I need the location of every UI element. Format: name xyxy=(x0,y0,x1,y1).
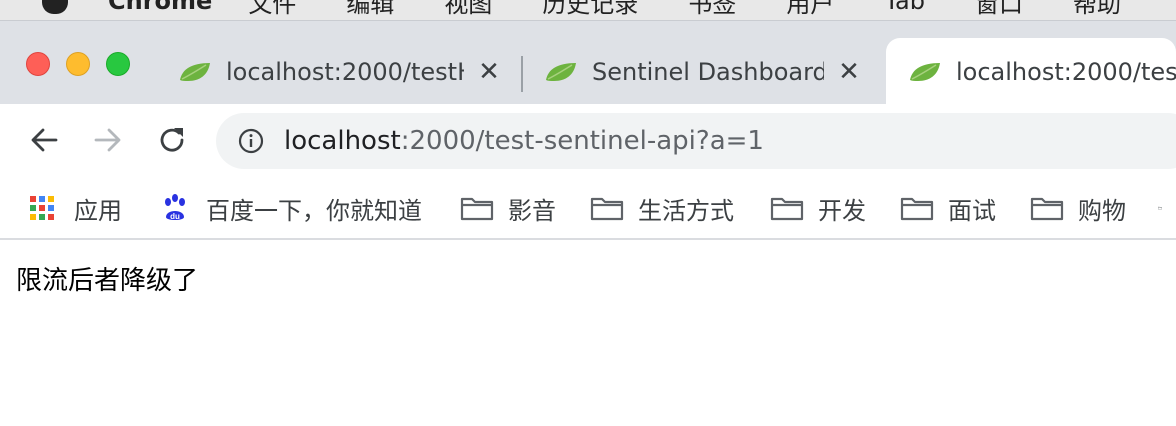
page-body-text: 限流后者降级了 xyxy=(16,266,199,296)
bookmark-baidu[interactable]: du 百度一下，你就知道 xyxy=(160,188,422,228)
bookmark-label: 影音 xyxy=(508,196,556,225)
bookmarks-bar: 应用 du 百度一下，你就知道 影音 生活方式 开发 面试 购物 xyxy=(0,176,1176,240)
tab-title: Sentinel Dashboard xyxy=(592,57,824,86)
spring-leaf-icon xyxy=(180,62,210,81)
bookmark-label: 购物 xyxy=(1078,196,1126,225)
menu-bookmarks[interactable]: 书签 xyxy=(688,0,736,19)
tab-separator xyxy=(521,56,523,92)
spring-leaf-icon xyxy=(546,62,576,81)
macos-menubar: Chrome 文件 编辑 视图 历史记录 书签 用户 Tab 窗口 帮助 xyxy=(0,0,1176,20)
spring-leaf-icon xyxy=(910,62,940,81)
arrow-left-icon xyxy=(31,128,58,152)
bookmark-label: 面试 xyxy=(948,196,996,225)
bookmark-label: 应用 xyxy=(74,196,122,225)
apps-grid-icon xyxy=(30,196,54,220)
tab-localhost-testh[interactable]: localhost:2000/testH ✕ xyxy=(178,38,518,105)
tab-strip: localhost:2000/testH ✕ Sentinel Dashboar… xyxy=(0,20,1176,105)
window-close-button[interactable] xyxy=(26,52,50,76)
tab-title: localhost:2000/test xyxy=(956,57,1176,86)
back-button[interactable] xyxy=(26,122,62,158)
address-bar[interactable]: localhost:2000/test-sentinel-api?a=1 xyxy=(216,113,1176,169)
bookmark-folder-shopping[interactable]: 购物 xyxy=(1030,188,1126,228)
menu-help[interactable]: 帮助 xyxy=(1073,0,1121,19)
window-minimize-button[interactable] xyxy=(66,52,90,76)
svg-text:du: du xyxy=(170,212,180,221)
forward-button[interactable] xyxy=(90,122,126,158)
menu-file[interactable]: 文件 xyxy=(248,0,296,19)
folder-icon xyxy=(1030,197,1064,221)
tab-close-icon[interactable]: ✕ xyxy=(834,57,864,87)
info-icon[interactable] xyxy=(238,128,264,154)
url-path: :2000/test-sentinel-api?a=1 xyxy=(400,126,764,156)
url-host: localhost xyxy=(284,126,401,156)
menu-tab[interactable]: Tab xyxy=(884,0,925,15)
tab-localhost-test-active[interactable]: localhost:2000/test xyxy=(886,38,1176,105)
folder-icon xyxy=(460,197,494,221)
menu-window[interactable]: 窗口 xyxy=(975,0,1023,19)
apple-icon[interactable] xyxy=(42,0,68,14)
baidu-paw-icon: du xyxy=(165,194,185,221)
menu-view[interactable]: 视图 xyxy=(444,0,492,19)
menu-people[interactable]: 用户 xyxy=(786,0,834,19)
tab-sentinel-dashboard[interactable]: Sentinel Dashboard ✕ xyxy=(544,38,874,105)
menu-history[interactable]: 历史记录 xyxy=(542,0,638,19)
reload-button[interactable] xyxy=(154,122,190,158)
tab-close-icon[interactable]: ✕ xyxy=(474,57,504,87)
bookmark-folder-overflow[interactable] xyxy=(1158,188,1176,228)
bookmark-folder-interview[interactable]: 面试 xyxy=(900,188,996,228)
bookmark-folder-dev[interactable]: 开发 xyxy=(770,188,866,228)
bookmark-label: 百度一下，你就知道 xyxy=(206,196,422,225)
folder-icon xyxy=(770,197,804,221)
window-zoom-button[interactable] xyxy=(106,52,130,76)
folder-icon xyxy=(900,197,934,221)
page-content: 限流后者降级了 xyxy=(0,242,1176,426)
tab-title: localhost:2000/testH xyxy=(226,57,464,86)
bookmark-label: 开发 xyxy=(818,196,866,225)
bookmark-apps[interactable]: 应用 xyxy=(30,188,122,228)
folder-icon xyxy=(1158,206,1162,210)
browser-toolbar: localhost:2000/test-sentinel-api?a=1 xyxy=(0,104,1176,176)
menu-edit[interactable]: 编辑 xyxy=(346,0,394,19)
menu-app-name[interactable]: Chrome xyxy=(108,0,212,15)
bookmark-label: 生活方式 xyxy=(638,196,734,225)
bookmark-folder-media[interactable]: 影音 xyxy=(460,188,556,228)
url-text[interactable]: localhost:2000/test-sentinel-api?a=1 xyxy=(284,126,764,156)
reload-icon xyxy=(160,128,184,152)
folder-icon xyxy=(590,197,624,221)
arrow-right-icon xyxy=(94,128,121,152)
bookmark-folder-lifestyle[interactable]: 生活方式 xyxy=(590,188,734,228)
